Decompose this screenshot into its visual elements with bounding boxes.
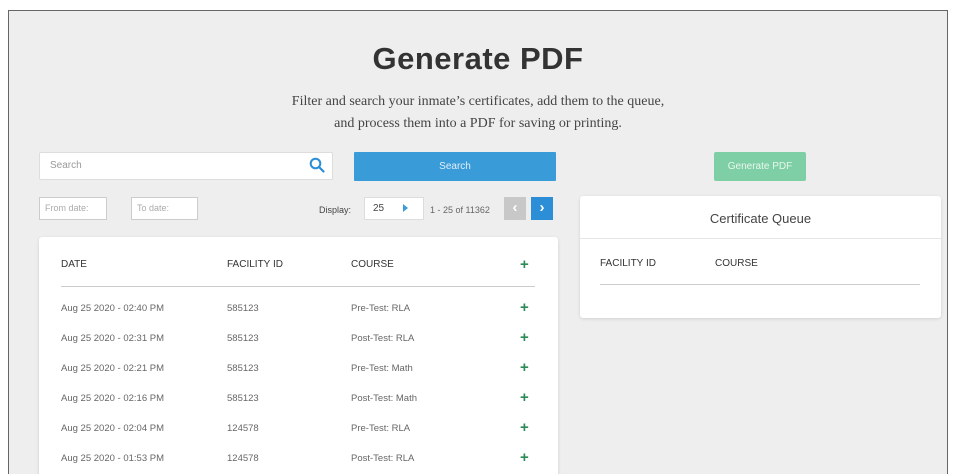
cell-facility-id: 585123: [227, 303, 259, 314]
chevron-right-icon[interactable]: ›: [531, 197, 553, 220]
pagination-range: 1 - 25 of 11362: [430, 205, 490, 215]
cell-course: Pre-Test: RLA: [351, 423, 411, 434]
table-row: Aug 25 2020 - 02:04 PM 124578 Pre-Test: …: [39, 420, 558, 453]
search-icon[interactable]: [309, 157, 325, 173]
page-title: Generate PDF: [372, 41, 584, 76]
add-all-plus-icon[interactable]: +: [520, 257, 529, 272]
caret-right-icon: [403, 204, 408, 212]
queue-header-divider: [600, 284, 920, 285]
search-button[interactable]: Search: [354, 152, 556, 181]
cell-facility-id: 585123: [227, 393, 259, 404]
cell-facility-id: 585123: [227, 363, 259, 374]
queue-header-facility-id: FACILITY ID: [600, 258, 656, 269]
queue-header-course: COURSE: [715, 258, 758, 269]
cell-date: Aug 25 2020 - 02:04 PM: [61, 423, 164, 434]
add-to-queue-plus-icon[interactable]: +: [520, 330, 529, 345]
from-date-input[interactable]: From date:: [39, 197, 107, 220]
to-date-input[interactable]: To date:: [131, 197, 198, 220]
table-row: Aug 25 2020 - 02:31 PM 585123 Post-Test:…: [39, 330, 558, 363]
cell-facility-id: 585123: [227, 333, 259, 344]
table-row: Aug 25 2020 - 02:16 PM 585123 Post-Test:…: [39, 390, 558, 423]
cell-course: Pre-Test: RLA: [351, 303, 411, 314]
page-frame: Generate PDF Filter and search your inma…: [8, 10, 948, 474]
certificate-queue-panel: Certificate Queue FACILITY ID COURSE: [580, 196, 941, 318]
header-divider: [61, 286, 535, 287]
results-table: DATE FACILITY ID COURSE + Aug 25 2020 - …: [39, 237, 558, 474]
column-header-date: DATE: [61, 259, 87, 270]
table-row: Aug 25 2020 - 02:21 PM 585123 Pre-Test: …: [39, 360, 558, 393]
cell-date: Aug 25 2020 - 02:31 PM: [61, 333, 164, 344]
table-row: Aug 25 2020 - 01:53 PM 124578 Post-Test:…: [39, 450, 558, 474]
cell-date: Aug 25 2020 - 02:21 PM: [61, 363, 164, 374]
add-to-queue-plus-icon[interactable]: +: [520, 390, 529, 405]
generate-pdf-button[interactable]: Generate PDF: [714, 152, 806, 181]
column-header-course: COURSE: [351, 259, 394, 270]
page-size-select[interactable]: 25: [364, 197, 424, 220]
chevron-left-icon[interactable]: ‹: [504, 197, 526, 220]
cell-facility-id: 124578: [227, 453, 259, 464]
table-row: Aug 25 2020 - 02:40 PM 585123 Pre-Test: …: [39, 300, 558, 333]
add-to-queue-plus-icon[interactable]: +: [520, 360, 529, 375]
cell-facility-id: 124578: [227, 423, 259, 434]
queue-divider: [580, 238, 941, 239]
column-header-facility-id: FACILITY ID: [227, 259, 283, 270]
subtitle-line-2: and process them into a PDF for saving o…: [334, 116, 622, 131]
cell-date: Aug 25 2020 - 02:16 PM: [61, 393, 164, 404]
add-to-queue-plus-icon[interactable]: +: [520, 300, 529, 315]
add-to-queue-plus-icon[interactable]: +: [520, 420, 529, 435]
page-subtitle: Filter and search your inmate’s certific…: [9, 91, 947, 135]
search-input[interactable]: Search: [39, 152, 333, 180]
cell-date: Aug 25 2020 - 02:40 PM: [61, 303, 164, 314]
cell-course: Pre-Test: Math: [351, 363, 413, 374]
display-label: Display:: [319, 205, 352, 215]
cell-course: Post-Test: Math: [351, 393, 417, 404]
add-to-queue-plus-icon[interactable]: +: [520, 450, 529, 465]
subtitle-line-1: Filter and search your inmate’s certific…: [291, 94, 665, 109]
cell-course: Post-Test: RLA: [351, 333, 415, 344]
queue-title: Certificate Queue: [709, 211, 812, 226]
cell-course: Post-Test: RLA: [351, 453, 415, 464]
cell-date: Aug 25 2020 - 01:53 PM: [61, 453, 164, 464]
